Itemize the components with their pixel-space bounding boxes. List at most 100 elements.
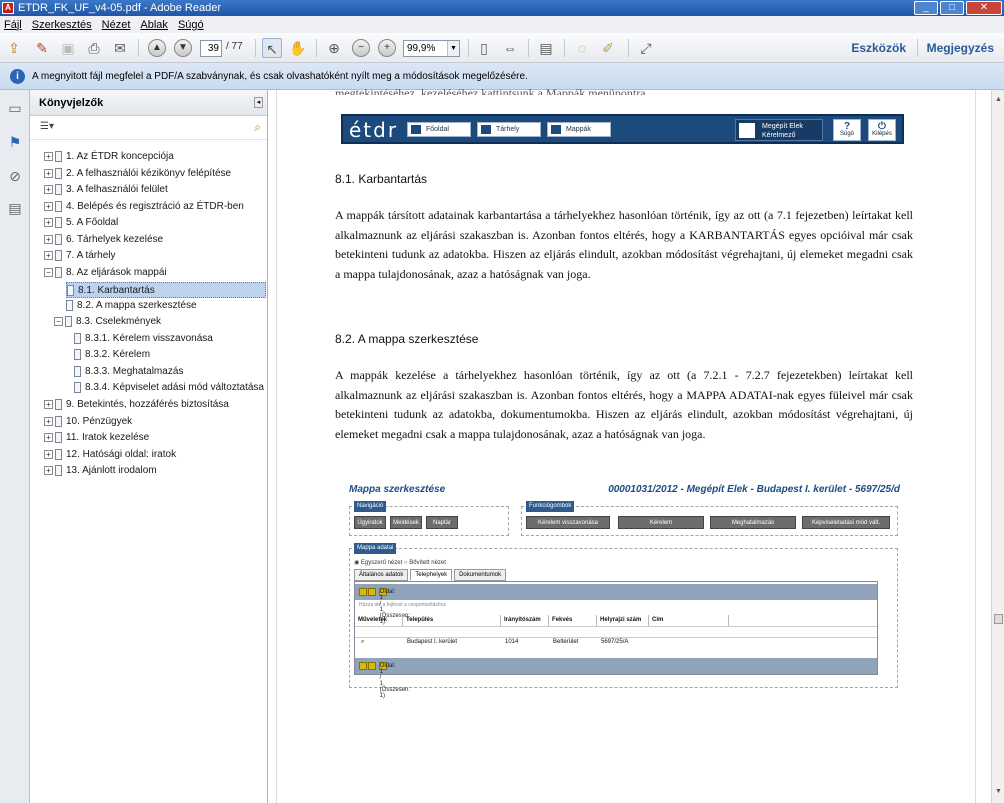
bookmark-item[interactable]: +2. A felhasználói kézikönyv felépítése xyxy=(44,166,231,182)
bookmark-item[interactable]: +6. Tárhelyek kezelése xyxy=(44,232,163,248)
menu-help[interactable]: Súgó xyxy=(178,19,204,31)
bookmark-item[interactable]: 8.2. A mappa szerkesztése xyxy=(66,298,197,314)
expand-icon[interactable]: + xyxy=(44,151,53,161)
read-mode-icon[interactable]: ▤ xyxy=(536,38,556,58)
maximize-button[interactable]: □ xyxy=(940,1,964,15)
title-bar: A ETDR_FK_UF_v4-05.pdf - Adobe Reader _ … xyxy=(0,0,1004,16)
email-icon[interactable]: ✉ xyxy=(110,38,130,58)
marquee-zoom-icon[interactable]: ⊕ xyxy=(324,38,344,58)
expand-icon[interactable]: + xyxy=(44,432,53,442)
bookmark-item[interactable]: +10. Pénzügyek xyxy=(44,414,132,430)
hand-tool-icon[interactable]: ✋ xyxy=(288,38,308,58)
scroll-up-icon[interactable]: ▲ xyxy=(993,96,1004,108)
bookmark-item[interactable]: +4. Belépés és regisztráció az ÉTDR-ben xyxy=(44,199,244,215)
bookmark-item[interactable]: 8.1. Karbantartás xyxy=(66,282,266,298)
etdr-user-box: Megépít Elek Kérelmező xyxy=(735,119,823,141)
fit-page-icon[interactable]: ▯ xyxy=(474,38,494,58)
bookmark-item[interactable]: +9. Betekintés, hozzáférés biztosítása xyxy=(44,397,229,413)
fig-func-button: Meghatalmazás xyxy=(710,516,796,529)
chevron-down-icon[interactable]: ▼ xyxy=(447,41,459,56)
bookmark-item[interactable]: +5. A Főoldal xyxy=(44,215,118,231)
bookmark-item[interactable]: − 8. Az eljárások mappái xyxy=(44,265,167,281)
next-page-icon[interactable]: ▼ xyxy=(174,39,192,57)
bookmark-icon xyxy=(67,284,74,296)
fit-width-icon[interactable]: ⇔ xyxy=(500,38,520,58)
sticky-note-icon[interactable]: ◌ xyxy=(572,38,592,58)
bookmark-item[interactable]: 8.3.2. Kérelem xyxy=(74,347,150,363)
options-menu-icon[interactable]: ☰▾ xyxy=(40,121,54,132)
previous-page-icon[interactable]: ▲ xyxy=(148,39,166,57)
minimize-button[interactable]: _ xyxy=(914,1,938,15)
scroll-down-icon[interactable]: ▼ xyxy=(993,788,1004,800)
expand-icon[interactable]: + xyxy=(44,201,53,211)
print-icon[interactable]: ⎙ xyxy=(84,38,104,58)
bookmark-icon xyxy=(55,415,62,427)
zoom-in-icon[interactable]: + xyxy=(378,39,396,57)
tools-pane-button[interactable]: Eszközök xyxy=(851,41,906,55)
bookmark-item[interactable]: − 8.3. Cselekmények xyxy=(54,314,161,330)
collapse-icon[interactable]: − xyxy=(44,267,53,277)
bookmarks-icon[interactable]: ⚑ xyxy=(6,134,24,154)
expand-icon[interactable]: + xyxy=(44,399,53,409)
etdr-help-button: ? Súgó xyxy=(833,119,861,141)
collapse-icon[interactable]: − xyxy=(54,316,63,326)
attachments-icon[interactable]: ⊘ xyxy=(6,168,24,188)
function-buttons-fieldset: Funkciógombok Kérelem visszavonása Kérel… xyxy=(521,501,898,536)
create-pdf-icon[interactable]: ✎ xyxy=(32,38,52,58)
expand-icon[interactable]: + xyxy=(44,184,53,194)
expand-icon[interactable]: + xyxy=(44,449,53,459)
bookmark-item[interactable]: 8.3.3. Meghatalmazás xyxy=(74,364,183,380)
zoom-out-icon[interactable]: − xyxy=(352,39,370,57)
bookmark-item[interactable]: +12. Hatósági oldal: iratok xyxy=(44,447,176,463)
open-icon[interactable]: ⇪ xyxy=(4,38,24,58)
etdr-logout-button: ⏻ Kilépés xyxy=(868,119,896,141)
page-thumbnails-icon[interactable]: ▭ xyxy=(6,100,24,120)
bookmark-icon xyxy=(66,299,73,311)
menu-edit[interactable]: Szerkesztés xyxy=(32,19,92,31)
bookmark-label: 8.3.1. Kérelem visszavonása xyxy=(85,333,213,344)
folder-icon xyxy=(481,125,491,134)
zoom-select[interactable]: 99,9% ▼ xyxy=(403,40,460,57)
expand-icon[interactable]: + xyxy=(44,217,53,227)
bookmark-label: 11. Iratok kezelése xyxy=(66,432,150,443)
close-button[interactable]: ✕ xyxy=(966,1,1002,15)
mappa-screenshot-figure: Mappa szerkesztése 00001031/2012 - Megép… xyxy=(343,480,900,699)
scroll-thumb[interactable] xyxy=(994,614,1003,624)
expand-icon[interactable]: + xyxy=(44,465,53,475)
bookmark-item[interactable]: +13. Ajánlott irodalom xyxy=(44,463,157,479)
bookmark-item[interactable]: +7. A tárhely xyxy=(44,248,115,264)
bookmark-item[interactable]: +1. Az ÉTDR koncepciója xyxy=(44,149,174,165)
document-view[interactable]: megtekintéséhez, kezeléséhez kattintsunk… xyxy=(268,86,991,803)
expand-icon[interactable]: + xyxy=(44,168,53,178)
find-bookmark-icon[interactable]: ⌕ xyxy=(254,120,261,135)
select-tool-icon[interactable]: ↖ xyxy=(262,38,282,58)
comment-pane-button[interactable]: Megjegyzés xyxy=(927,41,994,55)
bookmark-item[interactable]: +3. A felhasználói felület xyxy=(44,182,168,198)
bookmark-item[interactable]: 8.3.4. Képviselet adási mód változtatása xyxy=(74,380,264,396)
bookmark-label: 8.3. Cselekmények xyxy=(76,316,162,327)
menu-file[interactable]: Fájl xyxy=(4,19,22,31)
bookmarks-header: Könyvjelzők ◂ xyxy=(30,90,267,116)
bookmark-label: 3. A felhasználói felület xyxy=(66,184,168,195)
page-number-input[interactable]: 39 xyxy=(200,40,222,57)
signatures-icon[interactable]: ▤ xyxy=(6,200,24,220)
expand-icon[interactable]: + xyxy=(44,250,53,260)
save-icon[interactable]: ▣ xyxy=(58,38,78,58)
bookmark-item[interactable]: 8.3.1. Kérelem visszavonása xyxy=(74,331,213,347)
pdf-page: megtekintéséhez, kezeléséhez kattintsunk… xyxy=(276,86,976,803)
collapse-panel-icon[interactable]: ◂ xyxy=(254,97,263,108)
fig-nav-button: Naptár xyxy=(426,516,458,529)
bookmark-icon xyxy=(74,381,81,393)
menu-view[interactable]: Nézet xyxy=(102,19,131,31)
full-screen-icon[interactable]: ⤢ xyxy=(636,38,656,58)
bookmark-icon xyxy=(74,348,81,360)
bookmark-icon xyxy=(55,167,62,179)
bookmark-label: 8.3.3. Meghatalmazás xyxy=(85,366,184,377)
vertical-scrollbar[interactable]: ▲ ▼ xyxy=(991,90,1004,803)
expand-icon[interactable]: + xyxy=(44,234,53,244)
menu-window[interactable]: Ablak xyxy=(140,19,168,31)
expand-icon[interactable]: + xyxy=(44,416,53,426)
paragraph-8-1: A mappák társított adatainak karbantartá… xyxy=(335,208,913,281)
highlight-icon[interactable]: ✐ xyxy=(598,38,618,58)
bookmark-item[interactable]: +11. Iratok kezelése xyxy=(44,430,149,446)
